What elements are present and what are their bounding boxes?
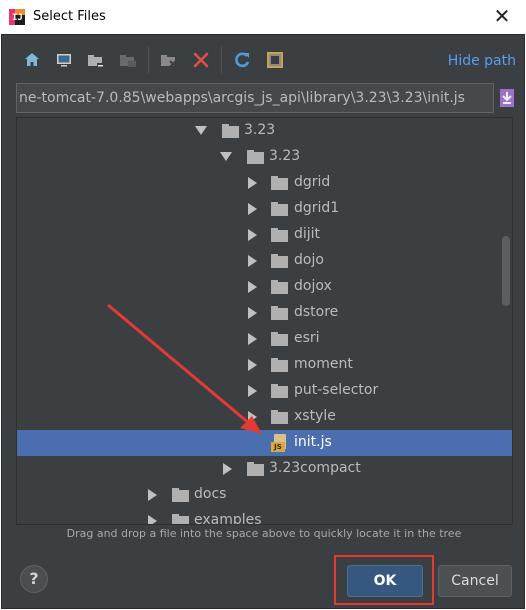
collapse-icon[interactable] <box>158 49 180 71</box>
folder-icon <box>172 514 189 524</box>
tree-row[interactable]: xstyle <box>17 404 512 430</box>
title-bar: IJ Select Files ✕ <box>0 0 526 34</box>
intellij-logo-icon: IJ <box>9 9 25 25</box>
folder-icon <box>271 254 288 268</box>
folder-icon <box>247 150 264 164</box>
collapsed-arrow-icon[interactable] <box>248 177 257 189</box>
folder-icon <box>222 124 239 138</box>
collapsed-arrow-icon[interactable] <box>148 489 157 501</box>
collapsed-arrow-icon[interactable] <box>248 333 257 345</box>
tree-row[interactable]: esri <box>17 326 512 352</box>
help-button[interactable]: ? <box>20 565 48 593</box>
refresh-icon[interactable] <box>231 49 253 71</box>
collapsed-arrow-icon[interactable] <box>248 411 257 423</box>
js-file-icon: JS <box>271 434 289 452</box>
tree-row[interactable]: dojo <box>17 248 512 274</box>
file-tree[interactable]: 3.23 3.23 dgrid dgrid1 dijit dojo dojox … <box>16 117 513 525</box>
ok-button[interactable]: OK <box>347 565 423 597</box>
new-folder-icon[interactable] <box>85 49 107 71</box>
tree-row[interactable]: dstore <box>17 300 512 326</box>
tree-row-label: 3.23 <box>244 122 276 138</box>
window-title: Select Files <box>33 9 106 24</box>
new-folder-disabled-icon <box>117 49 139 71</box>
hide-path-link[interactable]: Hide path <box>448 53 516 69</box>
tree-row-label: put-selector <box>294 382 379 398</box>
tree-row-label: 3.23compact <box>269 460 361 476</box>
path-history-icon[interactable] <box>496 87 518 109</box>
toolbar-separator <box>221 47 222 73</box>
tree-row-label: init.js <box>294 434 332 450</box>
tree-scrollbar[interactable] <box>502 236 510 306</box>
collapsed-arrow-icon[interactable] <box>248 229 257 241</box>
folder-icon <box>271 384 288 398</box>
folder-icon <box>247 462 264 476</box>
cancel-button[interactable]: Cancel <box>438 565 512 597</box>
tree-row-label: dojox <box>294 278 332 294</box>
collapsed-arrow-icon[interactable] <box>248 255 257 267</box>
tree-row-label: esri <box>294 330 320 346</box>
tree-row-label: dstore <box>294 304 339 320</box>
tree-row-label: dojo <box>294 252 324 268</box>
select-files-dialog: Hide path ne-tomcat-7.0.85\webapps\arcgi… <box>1 34 525 609</box>
toolbar: Hide path <box>2 35 526 85</box>
tree-row-label: examples <box>194 512 262 525</box>
folder-icon <box>172 488 189 502</box>
tree-row[interactable]: dijit <box>17 222 512 248</box>
expanded-arrow-icon[interactable] <box>195 126 207 135</box>
show-hidden-icon[interactable] <box>264 49 286 71</box>
path-input[interactable]: ne-tomcat-7.0.85\webapps\arcgis_js_api\l… <box>16 83 494 113</box>
desktop-icon[interactable] <box>53 49 75 71</box>
folder-icon <box>271 332 288 346</box>
folder-icon <box>271 228 288 242</box>
tree-row[interactable]: 3.23 <box>17 144 512 170</box>
collapsed-arrow-icon[interactable] <box>248 203 257 215</box>
tree-row-label: moment <box>294 356 353 372</box>
tree-row-label: dgrid <box>294 174 331 190</box>
tree-row[interactable]: 3.23 <box>17 118 512 144</box>
collapsed-arrow-icon[interactable] <box>148 515 157 524</box>
tree-row-selected[interactable]: JS init.js <box>17 430 512 456</box>
collapsed-arrow-icon[interactable] <box>248 307 257 319</box>
tree-row-label: 3.23 <box>269 148 301 164</box>
folder-icon <box>271 358 288 372</box>
tree-row[interactable]: 3.23compact <box>17 456 512 482</box>
delete-icon[interactable] <box>190 49 212 71</box>
tree-row-label: dijit <box>294 226 321 242</box>
home-icon[interactable] <box>21 49 43 71</box>
collapsed-arrow-icon[interactable] <box>248 281 257 293</box>
collapsed-arrow-icon[interactable] <box>248 385 257 397</box>
tree-row[interactable]: put-selector <box>17 378 512 404</box>
tree-row[interactable]: dgrid1 <box>17 196 512 222</box>
tree-row[interactable]: examples <box>17 508 512 525</box>
expanded-arrow-icon[interactable] <box>220 152 232 161</box>
tree-row[interactable]: dojox <box>17 274 512 300</box>
folder-icon <box>271 410 288 424</box>
drag-drop-hint: Drag and drop a file into the space abov… <box>66 527 462 540</box>
tree-row[interactable]: docs <box>17 482 512 508</box>
tree-row-label: dgrid1 <box>294 200 340 216</box>
tree-row[interactable]: moment <box>17 352 512 378</box>
collapsed-arrow-icon[interactable] <box>223 463 232 475</box>
collapsed-arrow-icon[interactable] <box>248 359 257 371</box>
close-window-button[interactable]: ✕ <box>490 4 514 28</box>
folder-icon <box>271 280 288 294</box>
tree-row-label: docs <box>194 486 227 502</box>
toolbar-separator <box>148 47 149 73</box>
folder-icon <box>271 306 288 320</box>
tree-row-label: xstyle <box>294 408 336 424</box>
folder-icon <box>271 202 288 216</box>
folder-icon <box>271 176 288 190</box>
tree-row[interactable]: dgrid <box>17 170 512 196</box>
